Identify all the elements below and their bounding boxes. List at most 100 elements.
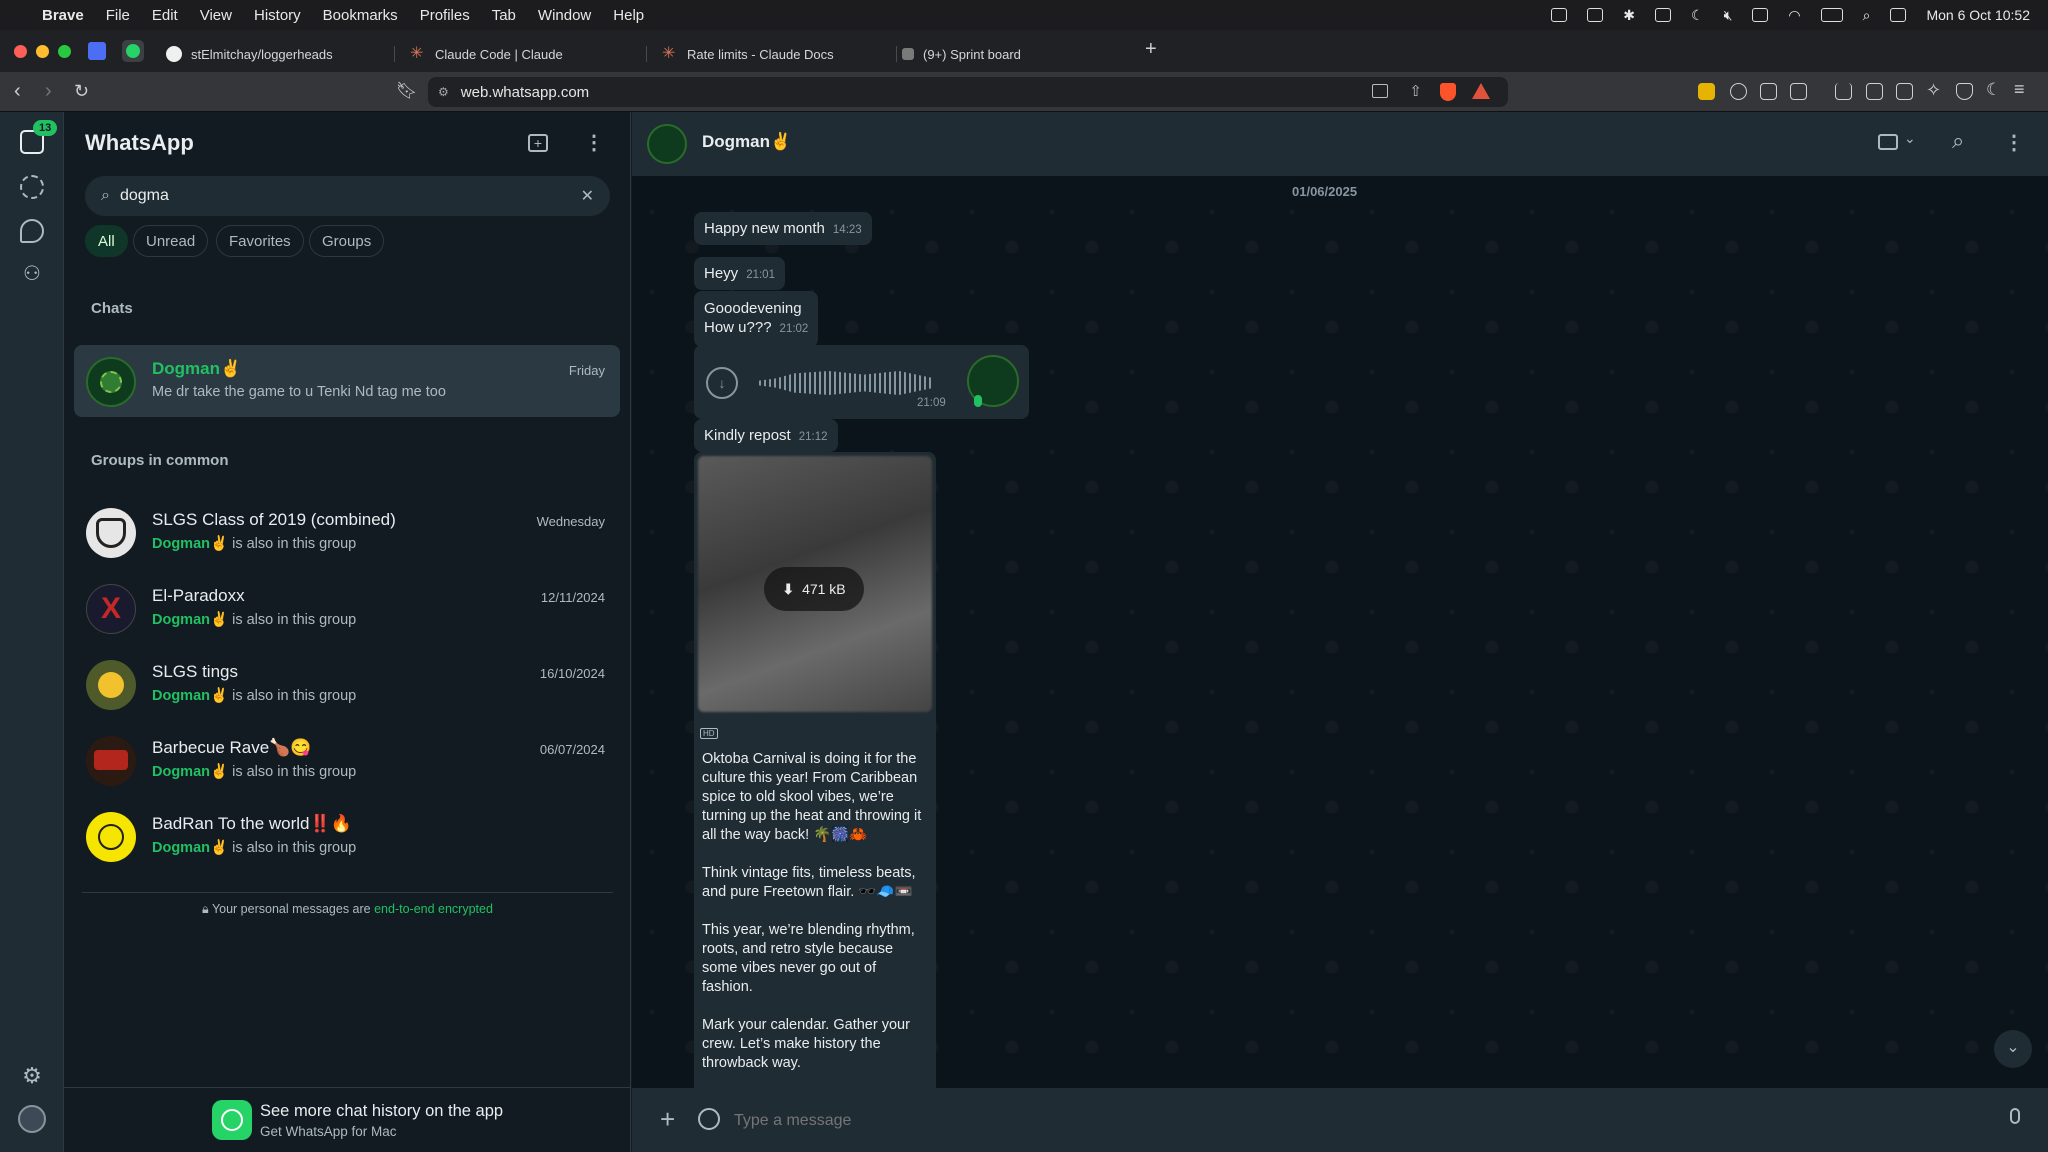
attach-plus-icon[interactable]: + xyxy=(660,1104,675,1135)
theme-icon[interactable]: ☾ xyxy=(1986,80,2001,100)
message-bubble[interactable]: Heyy 21:01 xyxy=(694,257,785,290)
group-row[interactable]: SLGS tings Dogman✌️ is also in this grou… xyxy=(74,648,620,720)
search-input[interactable] xyxy=(119,187,540,205)
conversation-header[interactable]: Dogman✌️ ⌄ ⌕ ⋮ xyxy=(632,112,2048,176)
menu-app-name[interactable]: Brave xyxy=(42,7,84,24)
tab-claude-code[interactable]: ✳ Claude Code | Claude xyxy=(400,36,636,72)
focus-moon-icon[interactable]: ☾ xyxy=(1691,7,1704,24)
whatsapp-icon xyxy=(126,44,140,58)
menu-window[interactable]: Window xyxy=(538,7,591,24)
tab-sprint-board[interactable]: (9+) Sprint board xyxy=(892,36,1128,72)
downloads-icon[interactable] xyxy=(1835,83,1852,100)
back-button[interactable]: ‹ xyxy=(14,81,21,101)
scroll-down-button[interactable]: ⌄ xyxy=(1994,1030,2032,1068)
communities-icon[interactable]: ⚇ xyxy=(20,263,44,287)
group-row[interactable]: BadRan To the world‼️🔥 Dogman✌️ is also … xyxy=(74,800,620,872)
video-call-icon[interactable] xyxy=(1878,134,1898,150)
sound-icon[interactable]: 🔇︎ xyxy=(1724,7,1733,24)
waveform[interactable] xyxy=(759,371,934,395)
menu-bookmarks[interactable]: Bookmarks xyxy=(323,7,398,24)
new-tab-button[interactable]: + xyxy=(1145,38,1157,61)
menu-kebab-icon[interactable]: ⋮ xyxy=(584,130,604,155)
battery-icon[interactable] xyxy=(1820,8,1843,22)
channels-icon[interactable] xyxy=(20,219,44,243)
forward-button[interactable]: › xyxy=(45,81,52,101)
new-chat-icon[interactable]: + xyxy=(528,134,548,152)
brave-shields-icon[interactable] xyxy=(1440,83,1456,101)
message-bubble[interactable]: Gooodevening How u??? 21:02 xyxy=(694,291,819,347)
promo-title[interactable]: See more chat history on the app xyxy=(260,1102,503,1121)
pinned-tab-whatsapp[interactable] xyxy=(122,40,144,62)
tab-github[interactable]: stElmitchay/loggerheads xyxy=(156,36,384,72)
menu-edit[interactable]: Edit xyxy=(152,7,178,24)
status-extension-icon[interactable] xyxy=(1551,8,1568,22)
status-icon[interactable] xyxy=(20,175,44,199)
pinned-tab-docs-icon[interactable] xyxy=(88,42,106,60)
reload-button[interactable]: ↻ xyxy=(74,81,89,101)
status-app-icon[interactable] xyxy=(1587,8,1604,22)
filter-all[interactable]: All xyxy=(85,225,128,257)
menu-tab[interactable]: Tab xyxy=(492,7,516,24)
filter-favorites[interactable]: Favorites xyxy=(216,225,304,257)
bluetooth-icon[interactable]: ✱ xyxy=(1623,7,1635,24)
encryption-link[interactable]: end-to-end encrypted xyxy=(374,902,493,916)
contact-avatar[interactable] xyxy=(647,124,687,164)
image-message[interactable]: ⬇ 471 kB HD Oktoba Carnival is doing it f… xyxy=(694,452,936,1088)
extension-screen-icon[interactable] xyxy=(1790,83,1807,100)
extensions-puzzle-icon[interactable] xyxy=(1760,83,1777,100)
minimize-window-button[interactable] xyxy=(36,44,49,58)
message-bubble[interactable]: Kindly repost 21:12 xyxy=(694,419,838,452)
download-icon[interactable]: ↓ xyxy=(706,367,738,399)
tab-rate-limits[interactable]: ✳ Rate limits - Claude Docs xyxy=(652,36,888,72)
status-app2-icon[interactable] xyxy=(1655,8,1672,22)
message-input[interactable] xyxy=(734,1102,1964,1140)
spotlight-icon[interactable]: ⌕ xyxy=(1863,7,1871,24)
sticker-emoji-icon[interactable] xyxy=(698,1108,720,1130)
profile-avatar[interactable] xyxy=(18,1105,46,1133)
menu-kebab-icon[interactable]: ⋮ xyxy=(2004,130,2024,155)
wallet-icon[interactable] xyxy=(1896,83,1913,100)
clear-search-icon[interactable]: ✕ xyxy=(581,186,594,206)
url-text[interactable]: web.whatsapp.com xyxy=(461,84,589,101)
chat-row-dogman[interactable]: Dogman✌️ Me dr take the game to u Tenki … xyxy=(74,345,620,417)
leo-ai-icon[interactable]: ✧ xyxy=(1926,80,1941,101)
message-bubble[interactable]: Happy new month 14:23 xyxy=(694,212,872,245)
vpn-icon[interactable] xyxy=(1956,83,1973,100)
composer-bar: + xyxy=(632,1088,2048,1152)
menu-help[interactable]: Help xyxy=(613,7,644,24)
group-row[interactable]: X El-Paradoxx Dogman✌️ is also in this g… xyxy=(74,572,620,644)
bookmark-icon[interactable]: 🔖︎ xyxy=(396,81,418,101)
site-settings-icon[interactable]: ⚙ xyxy=(438,85,449,99)
menu-profiles[interactable]: Profiles xyxy=(420,7,470,24)
settings-gear-icon[interactable]: ⚙ xyxy=(20,1064,44,1088)
extension-s-icon[interactable] xyxy=(1698,83,1715,100)
browser-menu-icon[interactable]: ≡ xyxy=(2014,79,2025,100)
filter-unread[interactable]: Unread xyxy=(133,225,209,257)
share-icon[interactable]: ⇧ xyxy=(1409,82,1422,100)
zoom-window-button[interactable] xyxy=(58,44,71,58)
address-bar[interactable]: ⚙ web.whatsapp.com ⇧ xyxy=(428,77,1508,107)
brave-rewards-icon[interactable] xyxy=(1472,83,1490,99)
extension-brain-icon[interactable] xyxy=(1730,83,1747,100)
download-image-button[interactable]: ⬇ 471 kB xyxy=(764,567,864,611)
chevron-down-icon[interactable]: ⌄ xyxy=(1904,130,1916,147)
filter-groups[interactable]: Groups xyxy=(309,225,385,257)
group-row[interactable]: Barbecue Rave🍗😋 Dogman✌️ is also in this… xyxy=(74,724,620,796)
microphone-icon[interactable] xyxy=(2010,1108,2020,1124)
display-icon[interactable] xyxy=(1752,8,1769,22)
promo-subtitle[interactable]: Get WhatsApp for Mac xyxy=(260,1124,397,1139)
voice-message[interactable]: ↓ 21:09 xyxy=(694,345,1029,419)
wifi-icon[interactable]: ◠ xyxy=(1788,7,1800,24)
menu-file[interactable]: File xyxy=(106,7,130,24)
search-icon[interactable]: ⌕ xyxy=(1952,128,1964,154)
menu-view[interactable]: View xyxy=(200,7,232,24)
contact-name[interactable]: Dogman✌️ xyxy=(702,132,791,152)
search-icon: ⌕ xyxy=(101,187,110,204)
clock[interactable]: Mon 6 Oct 10:52 xyxy=(1926,7,2030,23)
control-center-icon[interactable] xyxy=(1890,8,1907,22)
cast-icon[interactable] xyxy=(1372,84,1388,98)
menu-history[interactable]: History xyxy=(254,7,301,24)
close-window-button[interactable] xyxy=(14,44,27,58)
group-row[interactable]: SLGS Class of 2019 (combined) Dogman✌️ i… xyxy=(74,496,620,568)
sidebar-toggle-icon[interactable] xyxy=(1866,83,1883,100)
